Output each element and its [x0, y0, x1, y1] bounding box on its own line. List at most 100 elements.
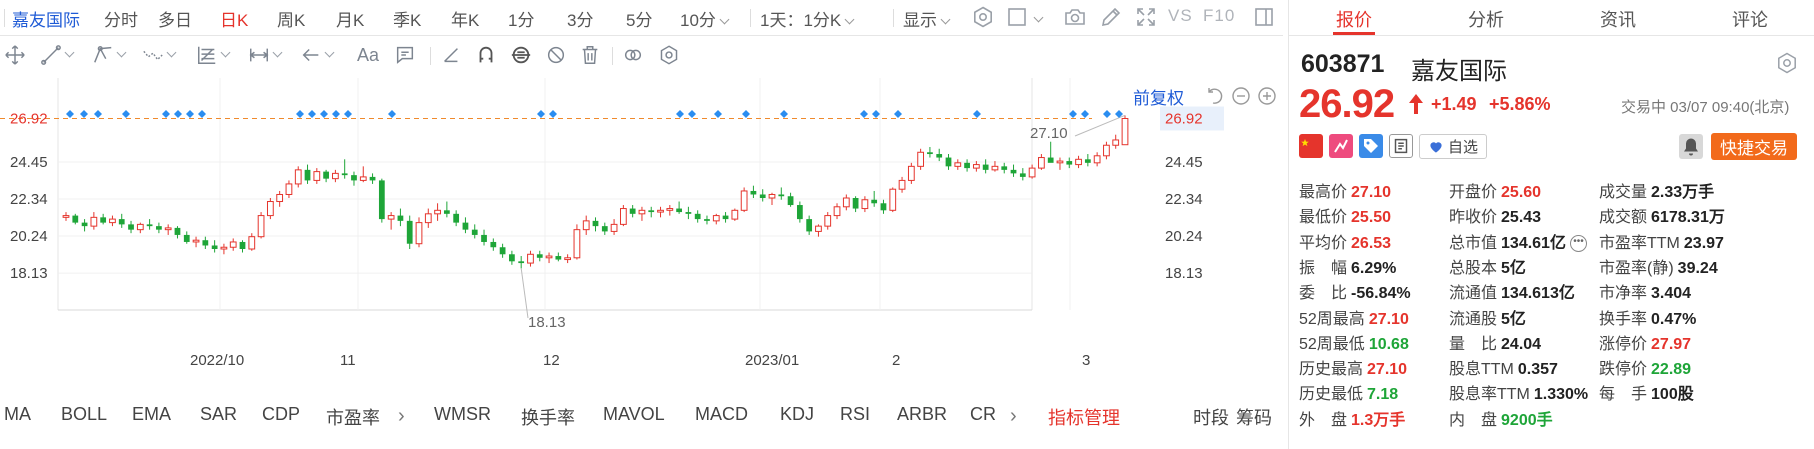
- candle-body: [582, 220, 590, 231]
- tab-analysis[interactable]: 分析: [1421, 6, 1551, 32]
- hide-drawing-icon[interactable]: [545, 42, 567, 68]
- tab-intraday[interactable]: 分时: [104, 6, 138, 31]
- fibonacci-tool[interactable]: [196, 42, 231, 68]
- pencil-icon[interactable]: [1099, 5, 1123, 29]
- indicator-mavol[interactable]: MAVOL: [603, 404, 665, 425]
- quote-label: 昨收价: [1449, 209, 1498, 227]
- zoom-in-icon[interactable]: [1257, 86, 1277, 106]
- text-tool[interactable]: Aa: [357, 42, 379, 68]
- tab-3min[interactable]: 3分: [567, 6, 593, 31]
- tab-daily-k[interactable]: 日K: [220, 6, 248, 31]
- chevron-right-icon[interactable]: ›: [1010, 405, 1017, 428]
- move-crosshair-icon[interactable]: [4, 42, 26, 68]
- candle-body: [192, 239, 200, 243]
- candle-body: [917, 151, 925, 167]
- sidebar-toggle-icon[interactable]: [1252, 5, 1276, 29]
- bell-icon[interactable]: [1679, 134, 1703, 159]
- tab-monthly-k[interactable]: 月K: [336, 6, 364, 31]
- settings-hexagon-icon[interactable]: [971, 5, 995, 29]
- indicator-turnover[interactable]: 换手率: [521, 404, 575, 430]
- wave-tool[interactable]: [142, 42, 177, 68]
- indicator-boll[interactable]: BOLL: [61, 404, 107, 425]
- tab-news[interactable]: 资讯: [1553, 6, 1683, 32]
- indicator-wmsr[interactable]: WMSR: [434, 404, 491, 425]
- arrow-tool[interactable]: [300, 42, 335, 68]
- tab-weekly-k[interactable]: 周K: [277, 6, 305, 31]
- quote-value: 22.89: [1651, 361, 1692, 379]
- notes-icon[interactable]: [1389, 134, 1413, 158]
- stock-name-link[interactable]: 嘉友国际: [12, 6, 80, 31]
- quote-value: 24.04: [1501, 335, 1542, 353]
- tab-5min[interactable]: 5分: [626, 6, 652, 31]
- low-annotation-leader: [520, 268, 529, 319]
- chevron-down-icon: [719, 14, 730, 25]
- y-tick-label-right: 24.45: [1165, 154, 1203, 171]
- quote-value: 0.357: [1517, 361, 1558, 379]
- chevron-right-icon[interactable]: ›: [398, 405, 405, 428]
- interval-select[interactable]: 1天：1分K: [760, 6, 855, 31]
- candle-body: [787, 196, 794, 206]
- indicator-manager-button[interactable]: 指标管理: [1048, 404, 1120, 430]
- zoom-out-icon[interactable]: [1231, 86, 1251, 106]
- link-toggle-icon[interactable]: [622, 42, 644, 68]
- price-adjust-toggle[interactable]: 前复权: [1133, 84, 1184, 109]
- indicator-arbr[interactable]: ARBR: [897, 404, 947, 425]
- fullscreen-icon[interactable]: [1134, 5, 1158, 29]
- indicator-pe[interactable]: 市盈率: [326, 404, 380, 430]
- tab-quarterly-k[interactable]: 季K: [393, 6, 421, 31]
- tab-1min[interactable]: 1分: [508, 6, 534, 31]
- tab-comments[interactable]: 评论: [1685, 6, 1814, 32]
- indicator-ema[interactable]: EMA: [132, 404, 171, 425]
- tab-quote[interactable]: 报价: [1289, 6, 1419, 32]
- reset-zoom-icon[interactable]: [1205, 86, 1225, 106]
- channel-tool[interactable]: [92, 42, 127, 68]
- candlestick-chart[interactable]: 27.10 18.13 26.92 26.92 24.45 24.45 22.34 22.34…: [0, 78, 1283, 400]
- chip-distribution-button[interactable]: 筹码: [1236, 404, 1272, 430]
- tag-icon[interactable]: [1359, 134, 1383, 158]
- magnet-icon[interactable]: [475, 42, 497, 68]
- add-watchlist-button[interactable]: 自选: [1419, 134, 1487, 159]
- trend-line-tool[interactable]: [40, 42, 75, 68]
- indicator-sar[interactable]: SAR: [200, 404, 237, 425]
- f10-button[interactable]: F10: [1203, 6, 1235, 26]
- more-icon[interactable]: •••: [1569, 234, 1587, 252]
- chevron-down-icon: [844, 14, 855, 25]
- indicator-ma[interactable]: MA: [4, 404, 31, 425]
- quote-label: 市盈率(静): [1599, 259, 1674, 277]
- time-period-button[interactable]: 时段: [1193, 404, 1229, 430]
- quick-trade-button[interactable]: 快捷交易: [1711, 133, 1797, 160]
- indicator-cdp[interactable]: CDP: [262, 404, 300, 425]
- tab-yearly-k[interactable]: 年K: [451, 6, 479, 31]
- candle-body: [768, 193, 776, 199]
- candle-body: [648, 210, 655, 213]
- candle-body: [229, 241, 237, 248]
- compare-vs-button[interactable]: VS: [1168, 6, 1193, 26]
- chart-toolbar: 嘉友国际 分时 多日 日K 周K 月K 季K 年K 1分 3分 5分 10分 1…: [0, 0, 1283, 36]
- color-square-icon[interactable]: [1005, 5, 1029, 29]
- tab-10min[interactable]: 10分: [680, 6, 730, 31]
- quote-value: 39.24: [1677, 259, 1718, 277]
- indicator-kdj[interactable]: KDJ: [780, 404, 814, 425]
- trash-icon[interactable]: [579, 42, 601, 68]
- gear-icon[interactable]: [658, 42, 680, 68]
- quote-value: 26.53: [1351, 234, 1392, 252]
- event-marker-diamond: [1103, 110, 1111, 118]
- lock-drawing-icon[interactable]: [510, 42, 532, 68]
- eraser-line-icon[interactable]: [440, 42, 462, 68]
- candle-body: [991, 165, 999, 171]
- display-menu[interactable]: 显示: [903, 6, 951, 31]
- indicator-rsi[interactable]: RSI: [840, 404, 870, 425]
- x-tick-label: 2022/10: [190, 352, 244, 369]
- candle-body: [351, 175, 357, 181]
- gear-icon[interactable]: [1775, 51, 1799, 75]
- quote-item: 市净率 3.404: [1599, 279, 1691, 303]
- indicator-macd[interactable]: MACD: [695, 404, 748, 425]
- camera-icon[interactable]: [1063, 5, 1087, 29]
- tab-multi-day[interactable]: 多日: [158, 6, 192, 31]
- measure-tool[interactable]: [248, 42, 283, 68]
- chevron-down-icon[interactable]: [1033, 12, 1044, 23]
- y-tick-label-left: 24.45: [10, 154, 48, 171]
- comment-icon[interactable]: [394, 42, 416, 68]
- indicator-cr[interactable]: CR: [970, 404, 996, 425]
- margin-trading-icon[interactable]: [1329, 134, 1353, 158]
